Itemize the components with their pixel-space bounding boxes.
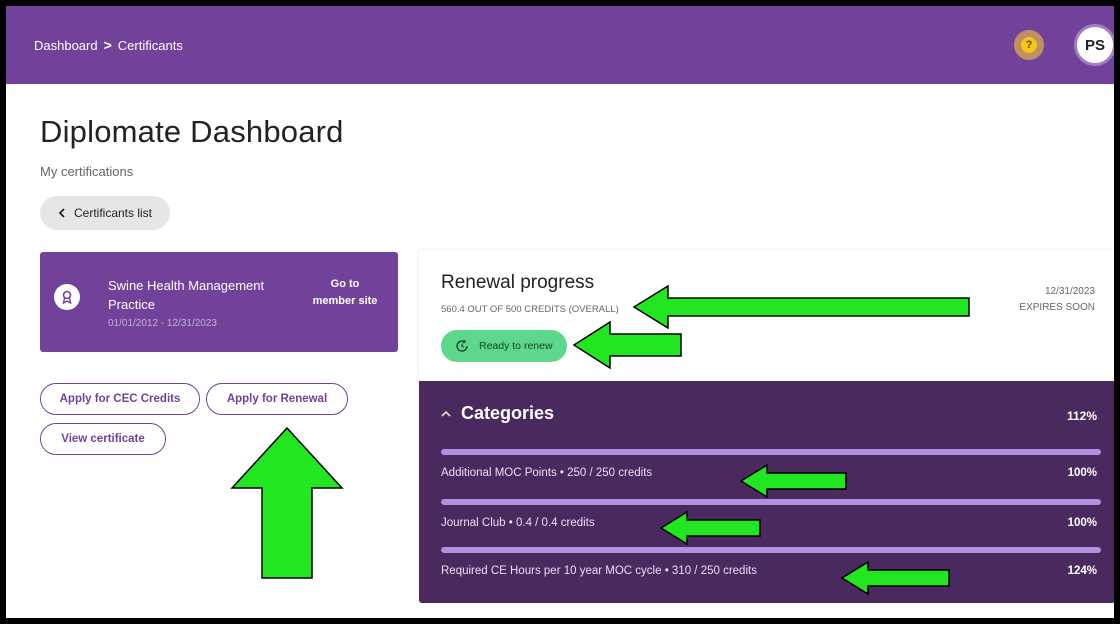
chevron-left-icon [58, 208, 65, 218]
help-button[interactable]: ? [1014, 30, 1044, 60]
expiry-note: EXPIRES SOON [1019, 302, 1095, 313]
award-ribbon-icon [54, 284, 80, 310]
category-progress-bar [441, 449, 1101, 455]
category-label: Additional MOC Points • 250 / 250 credit… [441, 467, 653, 479]
renewal-progress-card: Renewal progress 560.4 OUT OF 500 CREDIT… [419, 250, 1114, 382]
renewal-credits-summary: 560.4 OUT OF 500 CREDITS (OVERALL) [441, 304, 619, 315]
page-title: Diplomate Dashboard [40, 114, 344, 149]
annotation-arrow-up-icon [230, 426, 344, 579]
categories-panel: Categories 112% Additional MOC Points • … [419, 381, 1114, 603]
avatar[interactable]: PS [1074, 24, 1114, 66]
category-progress-fill [441, 547, 1101, 553]
apply-for-renewal-button[interactable]: Apply for Renewal [206, 383, 348, 415]
app-window: Dashboard > Certificants ? PS Diplomate … [6, 6, 1114, 618]
certification-card[interactable]: Swine Health Management Practice 01/01/2… [40, 252, 398, 352]
certification-name: Swine Health Management Practice [108, 278, 265, 312]
page-subtitle: My certifications [40, 164, 134, 179]
expiry-date: 12/31/2023 [1044, 286, 1095, 297]
ready-to-renew-label: Ready to renew [479, 340, 553, 352]
ready-to-renew-badge[interactable]: Ready to renew [441, 330, 567, 362]
refresh-clock-icon [456, 339, 468, 352]
breadcrumb-separator: > [103, 37, 112, 53]
category-label: Journal Club • 0.4 / 0.4 credits [441, 517, 595, 529]
categories-toggle[interactable]: Categories [441, 403, 554, 424]
chevron-up-icon [441, 410, 451, 417]
renewal-expiry: 12/31/2023 EXPIRES SOON [1019, 284, 1095, 316]
view-certificate-button[interactable]: View certificate [40, 423, 166, 455]
category-percent: 100% [1067, 467, 1097, 479]
apply-cec-credits-button[interactable]: Apply for CEC Credits [40, 383, 200, 415]
category-percent: 124% [1067, 565, 1097, 577]
certification-dates: 01/01/2012 - 12/31/2023 [108, 318, 217, 329]
category-progress-bar [441, 499, 1101, 505]
renewal-title: Renewal progress [441, 272, 595, 293]
breadcrumb: Dashboard > Certificants [34, 37, 183, 53]
categories-total-percent: 112% [1066, 409, 1097, 423]
category-percent: 100% [1067, 517, 1097, 529]
category-label: Required CE Hours per 10 year MOC cycle … [441, 565, 757, 577]
certificants-list-button[interactable]: Certificants list [40, 196, 171, 230]
breadcrumb-dashboard[interactable]: Dashboard [34, 38, 98, 53]
category-progress-fill [441, 449, 1101, 455]
category-progress-bar [441, 547, 1101, 553]
breadcrumb-certificants[interactable]: Certificants [118, 38, 183, 53]
top-bar: Dashboard > Certificants ? PS [6, 6, 1114, 84]
category-progress-fill [441, 499, 1101, 505]
go-to-member-site-link[interactable]: Go to member site [310, 276, 380, 310]
help-icon: ? [1021, 37, 1037, 53]
categories-title: Categories [461, 403, 555, 423]
certificants-list-label: Certificants list [74, 206, 153, 220]
